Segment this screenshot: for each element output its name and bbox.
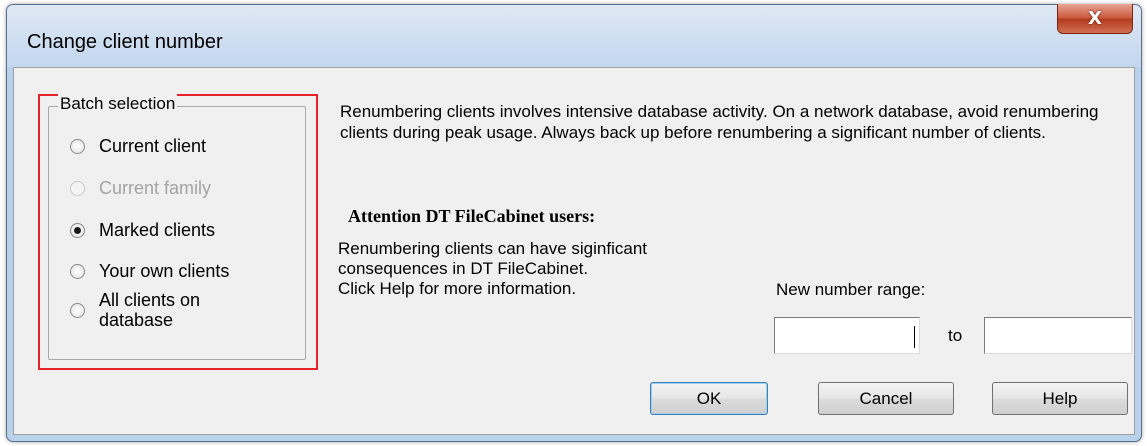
x-icon: X [1088,8,1102,29]
radio-button-icon [70,181,85,196]
range-to-label: to [948,326,963,345]
radio-all-clients-on-database[interactable]: All clients on database [70,290,219,330]
radio-label: All clients on database [99,290,201,330]
dialog-body: Batch selection Current client Current f… [13,67,1135,435]
cancel-button[interactable]: Cancel [818,382,954,415]
radio-current-client[interactable]: Current client [70,136,206,157]
new-number-range-label: New number range: [776,280,926,299]
attention-heading: Attention DT FileCabinet users: [348,206,596,226]
range-from-input[interactable] [774,317,920,354]
radio-button-icon[interactable] [70,264,85,279]
text-caret [914,326,915,348]
renumber-warning-text: Renumbering clients involves intensive d… [340,102,1099,142]
radio-button-icon[interactable] [70,302,85,318]
attention-line: consequences in DT FileCabinet. [338,259,589,278]
dialog-title: Change client number [27,31,223,53]
radio-your-own-clients[interactable]: Your own clients [70,261,229,282]
attention-line: Renumbering clients can have siginficant [338,239,648,258]
radio-label: Your own clients [99,261,230,281]
change-client-number-dialog: Change client number X Batch selection C… [6,4,1142,442]
radio-current-family: Current family [70,178,211,199]
attention-line: Click Help for more information. [338,279,577,298]
ok-button[interactable]: OK [650,382,768,415]
close-button[interactable]: X [1057,4,1133,34]
radio-button-selected-icon[interactable] [70,223,85,238]
help-button[interactable]: Help [992,382,1128,415]
radio-label: Marked clients [99,220,216,240]
radio-button-icon[interactable] [70,139,85,154]
radio-label: Current client [99,136,207,156]
range-to-input[interactable] [984,317,1132,354]
radio-label: Current family [99,178,212,198]
attention-body: Renumbering clients can have siginficant… [338,239,738,299]
batch-selection-legend: Batch selection [58,94,178,114]
radio-marked-clients[interactable]: Marked clients [70,220,215,241]
title-bar[interactable]: Change client number X [7,4,1141,67]
